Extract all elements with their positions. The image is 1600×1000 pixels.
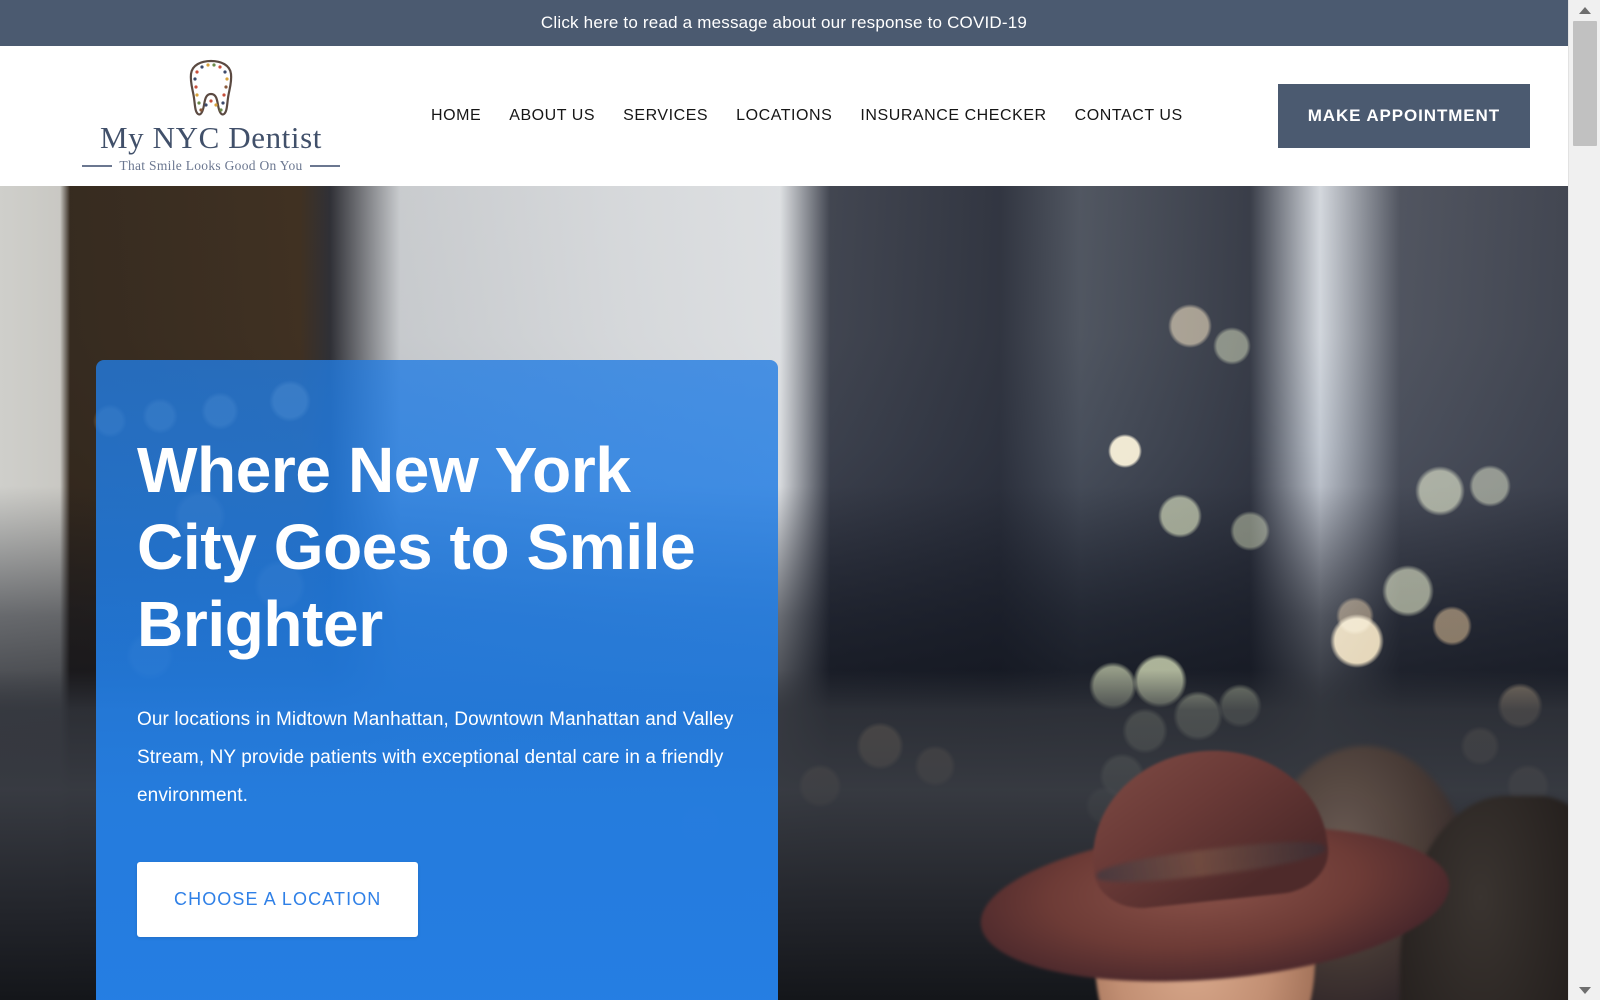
hat-crown xyxy=(1082,739,1333,913)
woman-hat xyxy=(974,739,1456,1000)
logo-wordmark: My NYC Dentist xyxy=(100,120,322,155)
hero-paragraph: Our locations in Midtown Manhattan, Down… xyxy=(137,709,734,807)
site-logo[interactable]: My NYC Dentist That Smile Looks Good On … xyxy=(82,58,340,174)
nav-item-home[interactable]: HOME xyxy=(417,107,495,125)
browser-viewport: Click here to read a message about our r… xyxy=(0,0,1600,1000)
scroll-up-arrow-icon[interactable] xyxy=(1569,0,1600,20)
hero-heading: Where New York City Goes to Smile Bright… xyxy=(137,434,696,661)
covid-banner-link[interactable]: Click here to read a message about our r… xyxy=(541,13,1027,33)
main-navigation: HOME ABOUT US SERVICES LOCATIONS INSURAN… xyxy=(336,107,1278,125)
logo-rule-left xyxy=(82,165,113,167)
page-content: Click here to read a message about our r… xyxy=(0,0,1568,1000)
covid-banner[interactable]: Click here to read a message about our r… xyxy=(0,0,1568,46)
nav-item-services[interactable]: SERVICES xyxy=(609,107,722,125)
scrollbar-thumb[interactable] xyxy=(1573,21,1597,146)
nav-item-locations[interactable]: LOCATIONS xyxy=(722,107,846,125)
hero-text-panel: Where New York City Goes to Smile Bright… xyxy=(96,360,778,1000)
make-appointment-button[interactable]: MAKE APPOINTMENT xyxy=(1277,84,1530,148)
nav-item-contact-us[interactable]: CONTACT US xyxy=(1061,107,1197,125)
site-header: My NYC Dentist That Smile Looks Good On … xyxy=(0,46,1568,186)
nav-item-about-us[interactable]: ABOUT US xyxy=(495,107,609,125)
choose-a-location-button[interactable]: CHOOSE A LOCATION xyxy=(137,862,419,938)
logo-tagline-row: That Smile Looks Good On You xyxy=(82,158,340,174)
scroll-down-arrow-icon[interactable] xyxy=(1569,980,1600,1000)
nav-item-insurance-checker[interactable]: INSURANCE CHECKER xyxy=(846,107,1060,125)
hero-section: Where New York City Goes to Smile Bright… xyxy=(0,186,1568,1000)
logo-rule-right xyxy=(309,165,340,167)
logo-tagline: That Smile Looks Good On You xyxy=(119,158,303,173)
tooth-icon xyxy=(185,58,237,120)
vertical-scrollbar[interactable] xyxy=(1568,0,1600,1000)
